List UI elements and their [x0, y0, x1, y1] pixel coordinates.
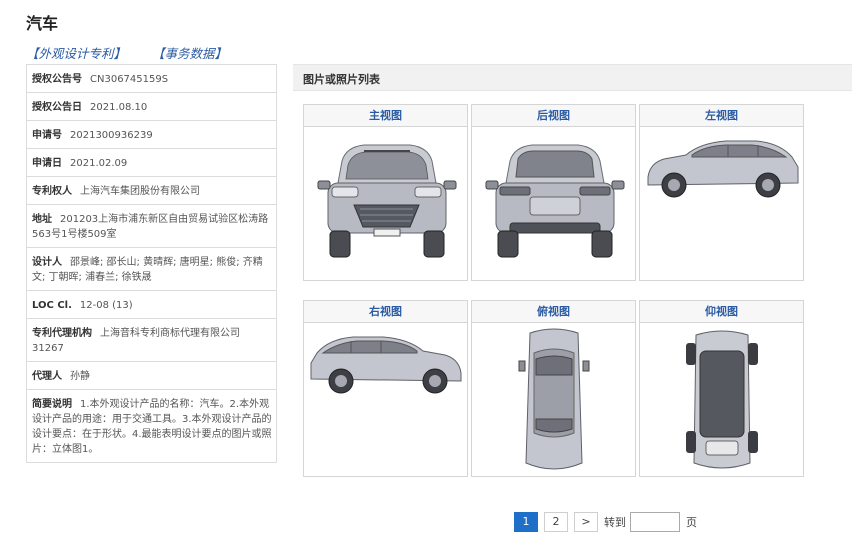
info-row-description: 简要说明 1.本外观设计产品的名称：汽车。2.本外观设计产品的用途：用于交通工具。…: [27, 389, 276, 462]
info-row-designers: 设计人 邵景峰; 邵长山; 黄晴辉; 唐明星; 熊俊; 齐精文; 丁朝晖; 浦春兰…: [27, 247, 276, 290]
info-value: 201203上海市浦东新区自由贸易试验区松涛路563号1号楼509室: [32, 214, 269, 240]
thumb-label: 右视图: [304, 301, 467, 323]
info-value: 孙静: [70, 371, 90, 382]
thumb-label: 后视图: [472, 105, 635, 127]
info-value: CN306745159S: [90, 74, 169, 85]
info-row-grant-date: 授权公告日 2021.08.10: [27, 92, 276, 120]
info-row-application-date: 申请日 2021.02.09: [27, 148, 276, 176]
info-label: 专利权人: [32, 186, 72, 197]
car-top-view-icon: [472, 323, 635, 476]
thumb-right-view[interactable]: 右视图: [303, 300, 468, 477]
info-value: 上海汽车集团股份有限公司: [80, 186, 200, 197]
thumb-left-view[interactable]: 左视图: [639, 104, 804, 281]
info-value: 2021.08.10: [90, 102, 148, 113]
goto-label: 转到: [604, 516, 626, 529]
thumb-label: 俯视图: [472, 301, 635, 323]
info-value: 2021300936239: [70, 130, 153, 141]
info-row-agency: 专利代理机构 上海音科专利商标代理有限公司 31267: [27, 318, 276, 361]
thumb-label: 仰视图: [640, 301, 803, 323]
thumb-label: 左视图: [640, 105, 803, 127]
page-1-button[interactable]: 1: [514, 512, 538, 532]
car-right-view-icon: [304, 323, 467, 476]
patent-info-table: 授权公告号 CN306745159S 授权公告日 2021.08.10 申请号 202…: [26, 64, 277, 463]
page-2-button[interactable]: 2: [544, 512, 568, 532]
goto-page-input[interactable]: [630, 512, 680, 532]
car-rear-view-icon: [472, 127, 635, 280]
photos-list-heading: 图片或照片列表: [293, 64, 852, 91]
info-label: 授权公告号: [32, 74, 82, 85]
info-row-loc-class: LOC Cl. 12-08 (13): [27, 290, 276, 318]
info-label: 地址: [32, 214, 52, 225]
info-row-address: 地址 201203上海市浦东新区自由贸易试验区松涛路563号1号楼509室: [27, 204, 276, 247]
info-label: 授权公告日: [32, 102, 82, 113]
page-suffix: 页: [686, 516, 697, 529]
info-label: LOC Cl.: [32, 300, 72, 311]
car-bottom-view-icon: [640, 323, 803, 476]
info-value: 12-08 (13): [79, 300, 133, 311]
info-label: 代理人: [32, 371, 62, 382]
page-title: 汽车: [26, 14, 59, 33]
design-patent-link[interactable]: 【外观设计专利】: [26, 46, 126, 61]
info-value: 2021.02.09: [70, 158, 128, 169]
thumb-front-view[interactable]: 主视图: [303, 104, 468, 281]
top-links: 【外观设计专利】 【事务数据】: [26, 43, 249, 62]
info-row-agent: 代理人 孙静: [27, 361, 276, 389]
info-label: 简要说明: [32, 399, 72, 410]
info-row-application-number: 申请号 2021300936239: [27, 120, 276, 148]
info-label: 申请号: [32, 130, 62, 141]
info-row-grant-number: 授权公告号 CN306745159S: [27, 65, 276, 92]
thumb-rear-view[interactable]: 后视图: [471, 104, 636, 281]
thumb-bottom-view[interactable]: 仰视图: [639, 300, 804, 477]
thumb-top-view[interactable]: 俯视图: [471, 300, 636, 477]
pagination: 1 2 > 转到 页: [514, 512, 701, 532]
info-label: 专利代理机构: [32, 328, 92, 339]
car-left-view-icon: [640, 127, 803, 280]
next-page-button[interactable]: >: [574, 512, 598, 532]
thumb-label: 主视图: [304, 105, 467, 127]
info-label: 设计人: [32, 257, 62, 268]
car-front-view-icon: [304, 127, 467, 280]
transaction-data-link[interactable]: 【事务数据】: [152, 46, 227, 61]
info-label: 申请日: [32, 158, 62, 169]
info-value: 邵景峰; 邵长山; 黄晴辉; 唐明星; 熊俊; 齐精文; 丁朝晖; 浦春兰; 徐…: [32, 257, 263, 283]
info-row-patentee: 专利权人 上海汽车集团股份有限公司: [27, 176, 276, 204]
